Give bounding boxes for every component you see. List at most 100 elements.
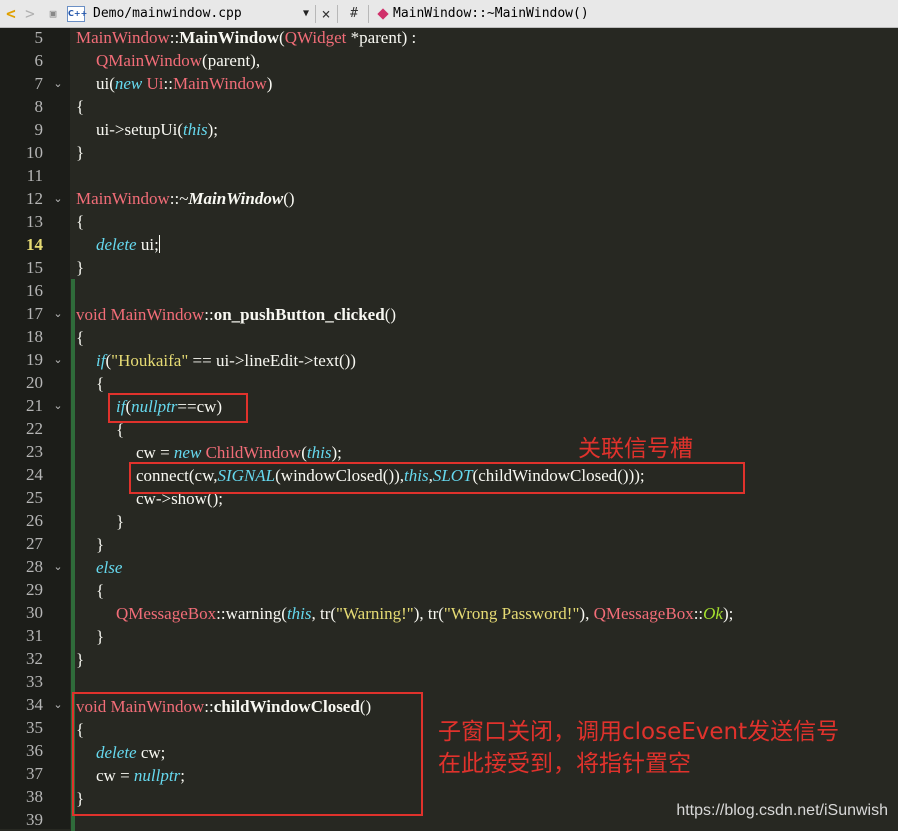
code-line-28: else [96,558,123,577]
line-number: 11 [26,166,43,185]
gutter-row: 25 [0,486,70,509]
changed-line-marker [71,555,75,578]
code-line-32: } [76,650,85,669]
annotation-box-slot [72,692,423,816]
changed-line-marker [71,509,75,532]
changed-line-marker [71,486,75,509]
gutter-row: 26 [0,509,70,532]
line-number: 37 [26,764,43,783]
chevron-down-icon[interactable]: ▼ [299,0,313,28]
gutter-row: 24 [0,463,70,486]
changed-line-marker [71,325,75,348]
line-number: 9 [34,120,44,139]
gutter-row: 15 [0,256,70,279]
gutter-row: 35 [0,716,70,739]
line-number: 31 [26,626,43,645]
close-document-icon[interactable]: × [317,0,335,28]
open-file-selector[interactable]: Demo/mainwindow.cpp [93,0,298,28]
line-number: 16 [26,281,43,300]
gutter-row: 27 [0,532,70,555]
annotation-box-connect [129,462,745,494]
line-number: 7 [34,74,44,93]
code-line-27: } [96,535,105,554]
watermark: https://blog.csdn.net/iSunwish [676,802,888,819]
annotation-note-line-2: 在此接受到，将指针置空 [438,751,691,777]
symbol-selector[interactable]: MainWindow::~MainWindow() [393,0,653,28]
text-cursor [158,235,160,253]
gutter-row: 34 ⌄ [0,693,70,716]
line-number: 28 [26,557,43,576]
toolbar-divider [315,5,316,23]
fold-toggle-icon[interactable]: ⌄ [50,348,66,371]
code-line-9: ui->setupUi(this); [96,120,218,139]
gutter-row: 8 [0,95,70,118]
line-number: 23 [26,442,43,461]
gutter-row: 12 ⌄ [0,187,70,210]
annotation-box-nullptr-check [108,393,248,423]
editor-toolbar: < > ▣ C++ Demo/mainwindow.cpp ▼ × # Main… [0,0,898,28]
fold-toggle-icon[interactable]: ⌄ [50,187,66,210]
fold-toggle-icon[interactable]: ⌄ [50,72,66,95]
code-line-10: } [76,143,85,162]
gutter-row: 7 ⌄ [0,72,70,95]
method-symbol-icon [377,8,389,20]
gutter-row: 16 [0,279,70,302]
annotation-note-close-event: 子窗口关闭，调用closeEvent发送信号 在此接受到，将指针置空 [438,716,839,780]
changed-line-marker [71,670,75,693]
gutter-row: 10 [0,141,70,164]
fold-toggle-icon[interactable]: ⌄ [50,555,66,578]
line-number: 12 [26,189,43,208]
hash-icon[interactable]: # [347,0,361,28]
code-line-18: { [76,328,85,347]
forward-arrow-icon[interactable]: > [22,0,38,28]
toolbar-divider [337,5,338,23]
line-number: 13 [26,212,43,231]
toolbar-divider [368,5,369,23]
line-number: 36 [26,741,43,760]
gutter-row: 38 [0,785,70,808]
changed-line-marker [71,417,75,440]
gutter-row: 23 [0,440,70,463]
line-number: 14 [26,235,43,254]
changed-line-marker [71,348,75,371]
code-line-17: void MainWindow::on_pushButton_clicked() [76,305,397,324]
cpp-file-icon: C++ [67,6,87,22]
line-number: 38 [26,787,43,806]
line-number: 10 [26,143,43,162]
code-line-26: } [116,512,125,531]
code-line-13: { [76,212,85,231]
line-number: 34 [26,695,43,714]
code-line-29: { [96,581,105,600]
code-line-5: MainWindow::MainWindow(QWidget *parent) … [76,28,417,47]
changed-line-marker [71,532,75,555]
code-line-15: } [76,258,85,277]
line-number: 35 [26,718,43,737]
code-line-31: } [96,627,105,646]
line-number: 8 [34,97,44,116]
fold-toggle-icon[interactable]: ⌄ [50,394,66,417]
code-line-6: QMainWindow(parent), [96,51,261,70]
fold-toggle-icon[interactable]: ⌄ [50,693,66,716]
gutter-row: 20 [0,371,70,394]
gutter-row: 14 [0,233,70,256]
code-line-8: { [76,97,85,116]
gutter-row: 6 [0,49,70,72]
gutter-row: 39 [0,808,70,831]
line-number: 5 [34,28,44,47]
split-icon[interactable]: ▣ [47,0,59,28]
changed-line-marker [71,302,75,325]
gutter-row: 30 [0,601,70,624]
line-number: 32 [26,649,43,668]
line-number: 26 [26,511,43,530]
fold-toggle-icon[interactable]: ⌄ [50,302,66,325]
annotation-note-line-1: 子窗口关闭，调用closeEvent发送信号 [438,719,840,745]
changed-line-marker [71,624,75,647]
changed-line-marker [71,440,75,463]
line-number: 18 [26,327,43,346]
changed-line-marker [71,601,75,624]
back-arrow-icon[interactable]: < [3,0,19,28]
gutter-row: 29 [0,578,70,601]
line-number: 39 [26,810,43,829]
line-number: 24 [26,465,43,484]
code-line-23: cw = new ChildWindow(this); [136,443,342,462]
